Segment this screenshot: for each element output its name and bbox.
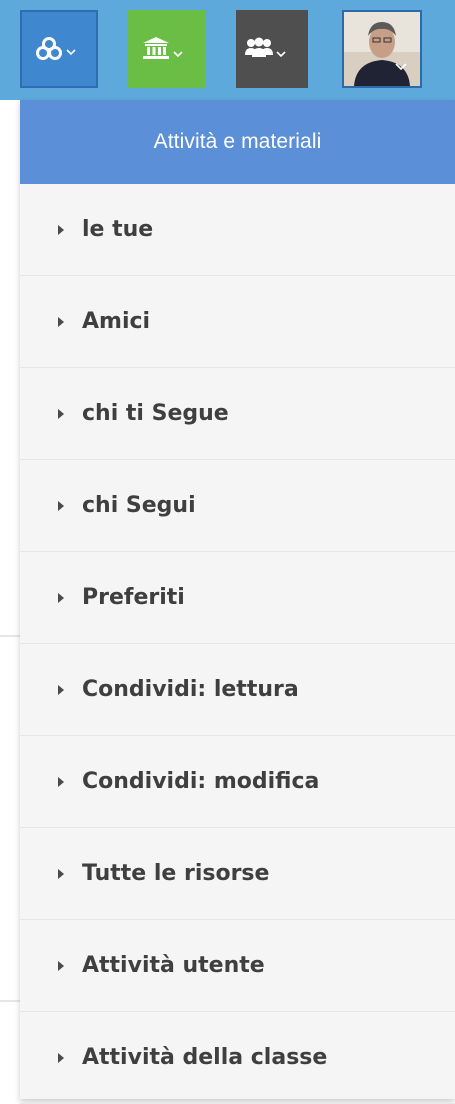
background-divider: [0, 635, 20, 637]
caret-right-icon: [58, 316, 64, 327]
menu-item-tutte-le-risorse[interactable]: Tutte le risorse: [20, 828, 455, 920]
caret-right-icon: [58, 500, 64, 511]
dropdown-title: Attività e materiali: [20, 100, 455, 184]
menu-item-chi-ti-segue[interactable]: chi ti Segue: [20, 368, 455, 460]
menu-item-chi-segui[interactable]: chi Segui: [20, 460, 455, 552]
menu-item-amici[interactable]: Amici: [20, 276, 455, 368]
groups-icon: [245, 37, 273, 57]
menu-item-condividi-modifica[interactable]: Condividi: modifica: [20, 736, 455, 828]
menu-item-label: Condividi: modifica: [82, 769, 320, 794]
menu-item-label: Attività utente: [82, 953, 265, 978]
menu-item-label: le tue: [82, 217, 154, 242]
groups-menu-button[interactable]: [236, 10, 308, 88]
school-icon: [143, 37, 169, 59]
caret-right-icon: [58, 960, 64, 971]
caret-right-icon: [58, 592, 64, 603]
chevron-down-icon: [173, 51, 183, 58]
caret-right-icon: [58, 868, 64, 879]
caret-right-icon: [58, 224, 64, 235]
menu-item-label: Preferiti: [82, 585, 185, 610]
top-navigation-bar: [0, 0, 455, 100]
menu-item-attivita-della-classe[interactable]: Attività della classe: [20, 1012, 455, 1104]
menu-item-label: Attività della classe: [82, 1045, 328, 1070]
menu-item-label: Condividi: lettura: [82, 677, 299, 702]
school-menu-button[interactable]: [128, 10, 206, 88]
apps-icon: [36, 37, 62, 60]
menu-item-label: chi ti Segue: [82, 401, 229, 426]
menu-item-attivita-utente[interactable]: Attività utente: [20, 920, 455, 1012]
caret-right-icon: [58, 776, 64, 787]
caret-right-icon: [58, 408, 64, 419]
menu-item-label: Amici: [82, 309, 151, 334]
chevron-down-icon: [66, 49, 76, 56]
apps-menu-button[interactable]: [20, 10, 98, 88]
background-divider: [0, 1000, 20, 1002]
menu-item-label: chi Segui: [82, 493, 196, 518]
caret-right-icon: [58, 1052, 64, 1063]
caret-right-icon: [58, 684, 64, 695]
menu-item-condividi-lettura[interactable]: Condividi: lettura: [20, 644, 455, 736]
menu-item-le-tue[interactable]: le tue: [20, 184, 455, 276]
user-avatar-button[interactable]: [342, 10, 422, 88]
chevron-down-icon: [276, 51, 286, 58]
menu-item-label: Tutte le risorse: [82, 861, 270, 886]
avatar: [344, 12, 420, 86]
activities-dropdown: Attività e materiali le tue Amici chi ti…: [20, 100, 455, 1104]
menu-item-preferiti[interactable]: Preferiti: [20, 552, 455, 644]
